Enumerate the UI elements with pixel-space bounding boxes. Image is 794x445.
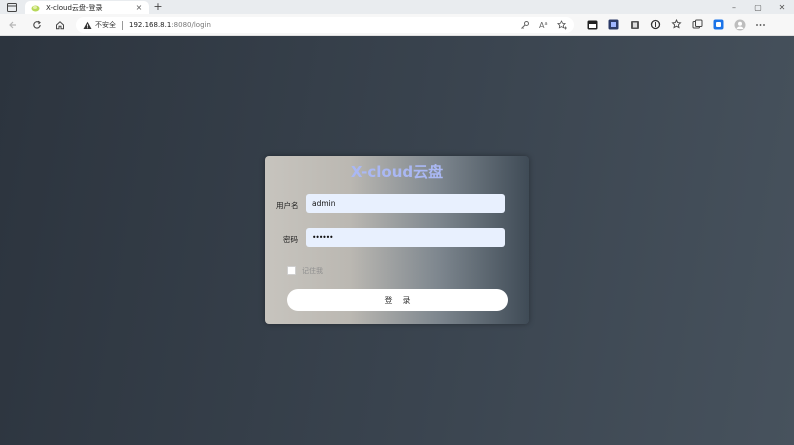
browser-toolbar: 不安全 192.168.8.1:8080/login Aa: [0, 14, 794, 36]
more-icon[interactable]: [754, 18, 767, 31]
tab-strip: X-cloud云盘-登录 × + – ▢ ✕: [0, 0, 794, 14]
svg-text:a: a: [544, 21, 547, 27]
tab-title: X-cloud云盘-登录: [46, 3, 103, 12]
read-aloud-icon[interactable]: Aa: [538, 19, 549, 30]
page-background: X-cloud云盘 用户名 admin 密码 •••••• 记住我 登录: [0, 36, 794, 445]
address-bar[interactable]: 不安全 192.168.8.1:8080/login Aa: [76, 17, 574, 33]
collections-icon[interactable]: [691, 18, 704, 31]
username-input[interactable]: admin: [306, 194, 505, 213]
security-status[interactable]: 不安全: [95, 20, 116, 30]
window-controls: – ▢ ✕: [722, 0, 794, 14]
username-label: 用户名: [276, 201, 299, 210]
login-title: X-cloud云盘: [350, 163, 444, 181]
tab-actions-icon[interactable]: [586, 18, 599, 31]
url-text[interactable]: 192.168.8.1:8080/login: [129, 21, 211, 29]
home-icon[interactable]: [53, 18, 67, 32]
remember-checkbox[interactable]: [287, 266, 296, 275]
key-icon[interactable]: [519, 19, 530, 30]
password-input[interactable]: ••••••: [306, 228, 505, 247]
close-icon[interactable]: ×: [135, 3, 143, 12]
minimize-button[interactable]: –: [722, 0, 746, 14]
url-host: 192.168.8.1: [129, 21, 172, 29]
refresh-icon[interactable]: [30, 18, 44, 32]
remember-label[interactable]: 记住我: [302, 266, 323, 276]
address-divider: [122, 20, 123, 30]
extension-shield-icon[interactable]: [607, 18, 620, 31]
login-card: X-cloud云盘 用户名 admin 密码 •••••• 记住我 登录: [265, 156, 529, 324]
warning-icon[interactable]: [83, 21, 92, 30]
back-icon[interactable]: [6, 18, 20, 32]
window-menu-icon[interactable]: [6, 2, 18, 12]
extension-ring-icon[interactable]: [649, 18, 662, 31]
tab-active[interactable]: X-cloud云盘-登录 ×: [25, 1, 149, 14]
restore-button[interactable]: ▢: [746, 0, 770, 14]
login-button[interactable]: 登录: [287, 289, 508, 311]
profile-icon[interactable]: [733, 18, 746, 31]
favicon-icon: [31, 4, 40, 12]
close-window-button[interactable]: ✕: [770, 0, 794, 14]
extension-toolbar: [586, 18, 767, 31]
password-label: 密码: [283, 235, 298, 244]
url-path: :8080/login: [171, 21, 211, 29]
favorites-icon[interactable]: [670, 18, 683, 31]
extension-page-icon[interactable]: [628, 18, 641, 31]
extension-blue-icon[interactable]: [712, 18, 725, 31]
add-favorite-icon[interactable]: [557, 19, 568, 30]
new-tab-button[interactable]: +: [153, 1, 163, 12]
